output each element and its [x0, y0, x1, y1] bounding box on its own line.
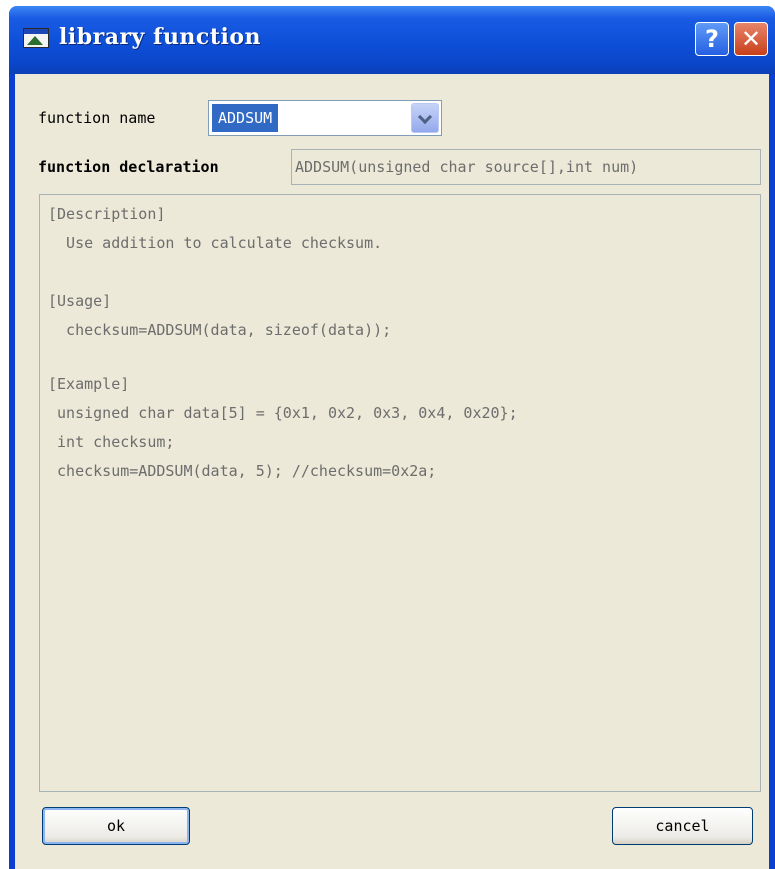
function-name-value: ADDSUM [212, 104, 279, 132]
close-icon: ✕ [740, 25, 762, 53]
description-textarea[interactable]: [Description] Use addition to calculate … [39, 194, 761, 792]
description-line: [Description] [48, 205, 166, 223]
description-line: unsigned char data[5] = {0x1, 0x2, 0x3, … [48, 404, 518, 422]
description-line: checksum=ADDSUM(data, sizeof(data)); [48, 321, 392, 339]
description-line: [Example] [48, 375, 130, 393]
function-declaration-label: function declaration [38, 158, 219, 176]
function-name-label: function name [38, 109, 156, 127]
description-line: checksum=ADDSUM(data, 5); //checksum=0x2… [48, 462, 437, 480]
help-icon: ? [705, 25, 719, 53]
function-name-select[interactable]: ADDSUM [208, 100, 442, 136]
window-icon [23, 28, 49, 48]
function-declaration-field: ADDSUM(unsigned char source[],int num) [291, 149, 761, 185]
description-line: [Usage] [48, 292, 112, 310]
description-line: int checksum; [48, 433, 175, 451]
library-function-dialog: library function ? ✕ function name ADDSU… [9, 6, 775, 869]
title-bar[interactable]: library function ? ✕ [9, 6, 775, 74]
cancel-button[interactable]: cancel [612, 807, 753, 845]
help-button[interactable]: ? [695, 22, 729, 56]
close-button[interactable]: ✕ [734, 22, 768, 56]
window-title: library function [59, 24, 262, 50]
chevron-down-icon[interactable] [411, 103, 439, 133]
description-line: Use addition to calculate checksum. [48, 234, 383, 252]
dialog-body: function name ADDSUM function declaratio… [15, 74, 769, 869]
ok-button[interactable]: ok [42, 807, 190, 845]
